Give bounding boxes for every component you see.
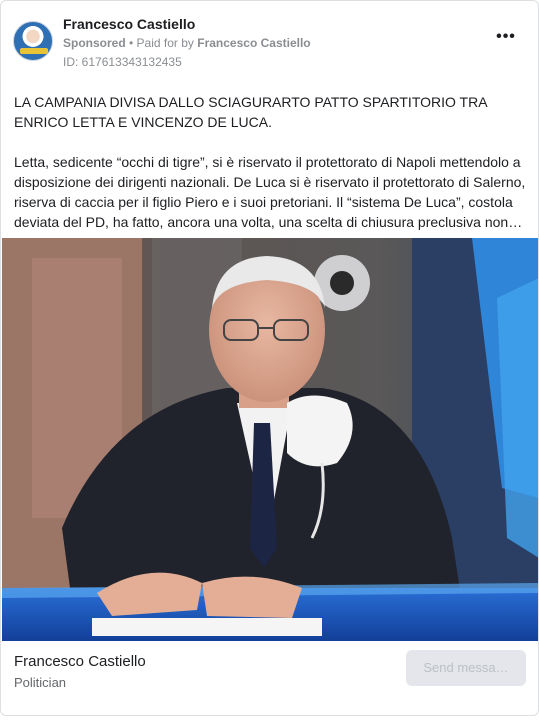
author-name[interactable]: Francesco Castiello: [63, 16, 195, 32]
send-message-button[interactable]: Send messa…: [406, 650, 526, 686]
more-options-icon[interactable]: •••: [492, 27, 520, 47]
page-category: Politician: [14, 675, 67, 690]
photo-illustration: [2, 238, 538, 641]
post-text: LA CAMPANIA DIVISA DALLO SCIAGURARTO PAT…: [14, 92, 526, 232]
post-header: Francesco Castiello Sponsored • Paid for…: [13, 15, 526, 69]
post-headline: LA CAMPANIA DIVISA DALLO SCIAGURARTO PAT…: [14, 94, 487, 130]
post-footer: Francesco Castiello Politician Send mess…: [13, 650, 526, 701]
page-name[interactable]: Francesco Castiello: [14, 653, 146, 670]
post-paragraph: Letta, sedicente “occhi di tigre”, si è …: [14, 154, 526, 230]
payer-name: Francesco Castiello: [197, 36, 311, 50]
ad-card: Francesco Castiello Sponsored • Paid for…: [0, 0, 539, 716]
ad-id: ID: 617613343132435: [63, 55, 182, 69]
avatar-logo-stripe: [20, 48, 48, 54]
sponsored-label: Sponsored: [63, 36, 126, 50]
sponsored-line: Sponsored • Paid for by Francesco Castie…: [63, 36, 311, 50]
author-avatar[interactable]: [13, 21, 53, 61]
meta-separator: •: [125, 36, 137, 50]
post-image[interactable]: [2, 238, 538, 641]
paid-for-prefix: Paid for by: [136, 36, 198, 50]
